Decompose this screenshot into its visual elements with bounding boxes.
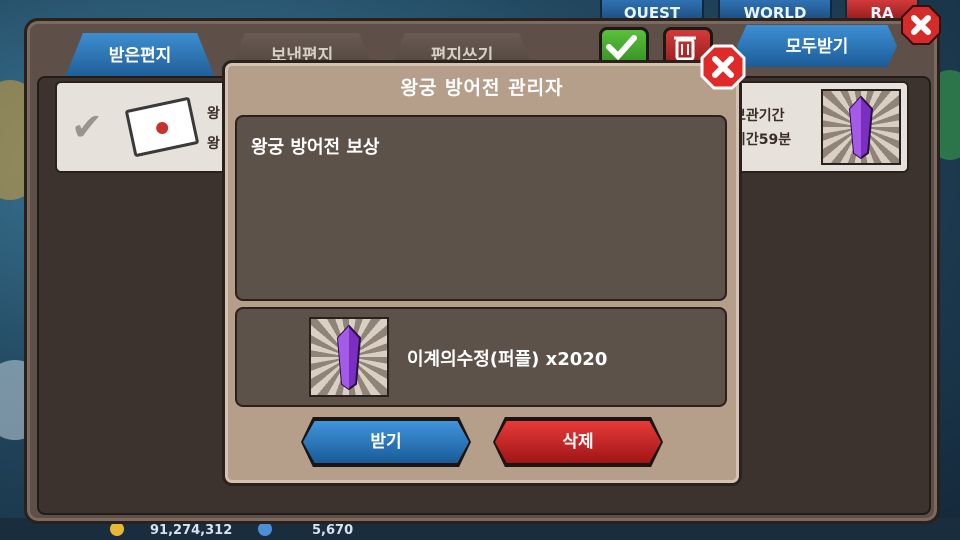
message-text: 왕궁 방어전 보상 [251,137,380,158]
close-dialog-button[interactable] [700,44,746,90]
gem-amount: 5,670 [312,523,354,538]
receive-all-button[interactable]: 모두받기 [737,25,897,67]
message-panel: 왕궁 방어전 보상 [235,115,727,301]
check-icon [606,35,637,61]
close-icon [901,5,941,45]
item-thumbnail [821,89,901,165]
purple-crystal-icon [848,95,874,159]
mail-subject: 왕 [207,136,220,152]
gold-icon [110,522,124,536]
reward-label: 이계의수정(퍼플) x2020 [407,349,608,370]
gem-icon [258,522,272,536]
gold-amount: 91,274,312 [150,523,233,538]
mail-sender: 왕 [207,106,220,122]
tab-received[interactable]: 받은편지 [65,33,215,77]
dialog-title: 왕궁 방어전 관리자 [400,77,564,99]
delete-button[interactable]: 삭제 [495,421,661,463]
receive-button[interactable]: 받기 [303,421,469,463]
envelope-icon [124,96,200,158]
trash-icon [674,36,696,61]
reward-panel: 이계의수정(퍼플) x2020 [235,307,727,407]
mail-detail-dialog: 왕궁 방어전 관리자 왕궁 방어전 보상 이계의수정(퍼플) x2020 받기 … [222,60,742,486]
checkmark-icon[interactable]: ✔ [71,107,103,147]
reward-item-icon [309,317,389,397]
close-mailbox-button[interactable] [900,4,942,46]
purple-crystal-icon [336,324,362,390]
close-icon [700,44,746,90]
